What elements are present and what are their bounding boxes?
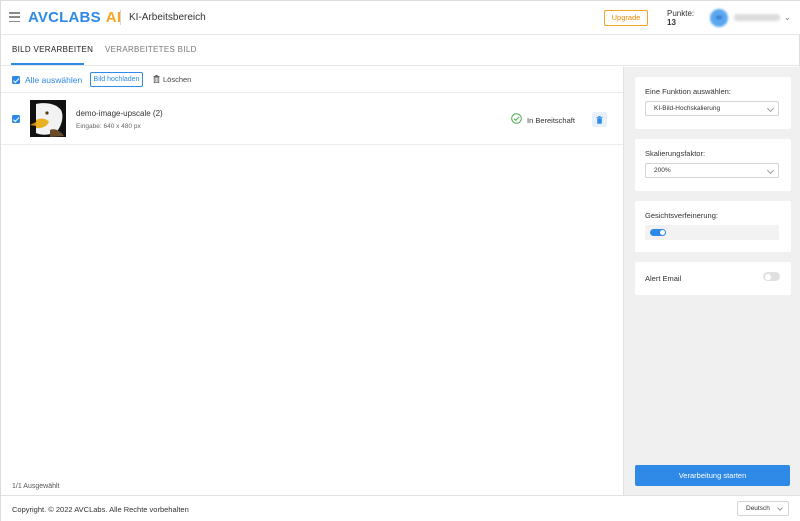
logo-text: AVCLABS	[28, 9, 101, 26]
face-enhance-toggle[interactable]	[650, 229, 666, 236]
selection-summary: 1/1 Ausgewählt	[12, 483, 60, 490]
workspace-title: KI-Arbeitsbereich	[129, 12, 206, 23]
language-select[interactable]: Deutsch	[737, 501, 789, 516]
file-toolbar: Alle auswählen Bild hochladen Löschen	[1, 67, 623, 93]
tab-processed-image[interactable]: VERARBEITETES BILD	[105, 45, 197, 54]
check-circle-icon	[511, 113, 522, 124]
alert-email-card: Alert Email	[635, 262, 791, 295]
settings-panel: Eine Funktion auswählen: KI-Bild-Hochska…	[623, 67, 800, 495]
face-enhance-label: Gesichtsverfeinerung:	[645, 211, 718, 220]
upload-image-button[interactable]: Bild hochladen	[90, 72, 143, 87]
alert-email-label: Alert Email	[645, 274, 682, 283]
status-label: In Bereitschaft	[527, 116, 575, 125]
top-bar: AVCLABS AI KI-Arbeitsbereich Upgrade Punk…	[1, 1, 800, 35]
user-name-redacted[interactable]	[734, 14, 780, 21]
tab-process-image[interactable]: BILD VERARBEITEN	[12, 45, 93, 54]
chevron-down-icon[interactable]: ⌄	[784, 13, 791, 22]
user-avatar[interactable]	[710, 9, 728, 27]
scale-label: Skalierungsfaktor:	[645, 149, 706, 158]
points-label: Punkte:	[667, 9, 695, 18]
eagle-image	[30, 100, 66, 137]
scale-select[interactable]: 200%	[645, 163, 779, 178]
footer: Copyright. © 2022 AVCLabs. Alle Rechte v…	[1, 495, 800, 521]
select-all-label[interactable]: Alle auswählen	[25, 75, 82, 85]
function-label: Eine Funktion auswählen:	[645, 87, 731, 96]
tab-bar: BILD VERARBEITEN VERARBEITETES BILD	[1, 35, 800, 66]
file-thumbnail	[30, 100, 66, 137]
logo: AVCLABS AI	[28, 9, 121, 26]
delete-file-button[interactable]	[592, 112, 607, 127]
menu-icon[interactable]	[9, 12, 20, 23]
select-all-checkbox[interactable]	[12, 76, 20, 84]
face-enhance-card: Gesichtsverfeinerung:	[635, 201, 791, 252]
scale-select-value: 200%	[654, 167, 671, 174]
points-display: Punkte: 13	[667, 9, 694, 27]
function-card: Eine Funktion auswählen: KI-Bild-Hochska…	[635, 77, 791, 129]
start-processing-button[interactable]: Verarbeitung starten	[635, 465, 790, 486]
delete-button[interactable]: Löschen	[163, 75, 191, 84]
points-value: 13	[667, 18, 676, 27]
function-select-value: KI-Bild-Hochskalierung	[654, 105, 721, 112]
chevron-down-icon	[766, 104, 775, 113]
header-divider	[120, 10, 121, 25]
function-select[interactable]: KI-Bild-Hochskalierung	[645, 101, 779, 116]
file-dimensions: Eingabe: 640 x 480 px	[76, 123, 141, 130]
scale-card: Skalierungsfaktor: 200%	[635, 139, 791, 191]
trash-icon[interactable]	[153, 75, 160, 83]
file-row[interactable]: demo-image-upscale (2) Eingabe: 640 x 48…	[1, 93, 623, 145]
file-name: demo-image-upscale (2)	[76, 109, 163, 118]
logo-accent: AI	[105, 9, 122, 26]
app-window: AVCLABS AI KI-Arbeitsbereich Upgrade Punk…	[0, 0, 800, 521]
file-checkbox[interactable]	[12, 115, 20, 123]
active-tab-indicator	[11, 63, 84, 65]
upgrade-button[interactable]: Upgrade	[604, 10, 648, 26]
face-enhance-row	[645, 225, 779, 240]
chevron-down-icon	[766, 166, 775, 175]
alert-email-toggle[interactable]	[763, 272, 780, 281]
chevron-down-icon	[777, 505, 783, 511]
copyright-text: Copyright. © 2022 AVCLabs. Alle Rechte v…	[12, 505, 189, 514]
trash-icon	[596, 115, 603, 124]
language-value: Deutsch	[746, 505, 770, 512]
